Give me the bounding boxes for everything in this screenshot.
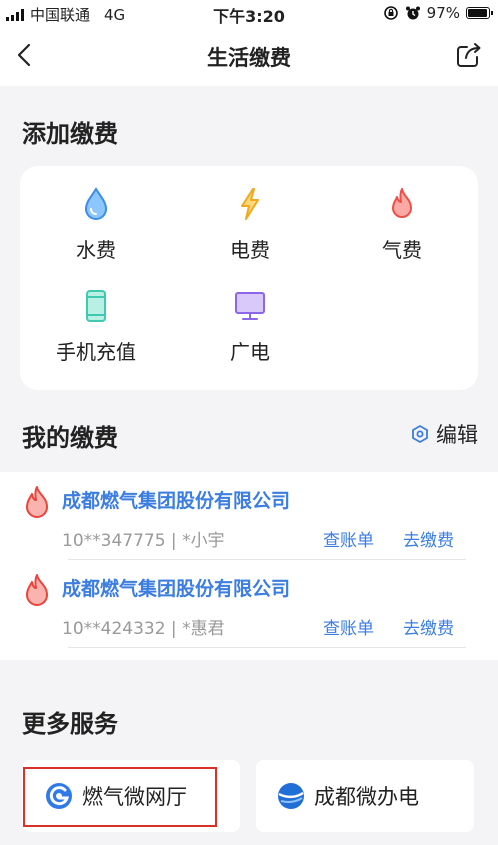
navigation-bar: 生活缴费 [0, 26, 498, 86]
lightning-icon [241, 188, 259, 220]
water-drop-icon [84, 187, 108, 220]
page-title: 生活缴费 [207, 46, 291, 70]
share-icon[interactable] [454, 40, 484, 70]
pay-item-water[interactable]: 水费 [26, 186, 166, 263]
battery-icon [466, 7, 493, 19]
service-power-office[interactable]: 成都微办电 [256, 760, 474, 832]
bill-company-name: 成都燃气集团股份有限公司 [62, 490, 291, 512]
bill-item[interactable]: 成都燃气集团股份有限公司 10**347775 | *小宇 查账单 去缴费 [0, 472, 498, 560]
globe-logo-icon [278, 783, 304, 809]
tv-monitor-icon [235, 292, 265, 320]
hexagon-edit-icon [412, 425, 428, 443]
my-payments-title: 我的缴费 [22, 424, 118, 452]
view-bill-link[interactable]: 查账单 [323, 526, 374, 551]
pay-item-mobile-recharge[interactable]: 手机充值 [26, 288, 166, 365]
edit-button[interactable]: 编辑 [410, 419, 478, 449]
status-bar: 中国联通 4G 下午3:20 97% [0, 0, 498, 26]
bill-account-info: 10**347775 | *小宇 [62, 531, 225, 551]
divider [68, 647, 466, 648]
battery-percent: 97% [426, 4, 460, 22]
bill-account-info: 10**424332 | *惠君 [62, 619, 225, 639]
pay-now-link[interactable]: 去缴费 [403, 614, 454, 639]
add-payment-title: 添加缴费 [22, 120, 118, 148]
service-label: 成都微办电 [314, 785, 419, 809]
status-right: 97% [383, 4, 493, 22]
add-payment-card: 水费 电费 气费 手机充值 广电 [20, 166, 478, 390]
flame-icon [392, 188, 412, 218]
view-bill-link[interactable]: 查账单 [323, 614, 374, 639]
pay-item-label: 电费 [230, 238, 270, 262]
more-services-title: 更多服务 [22, 710, 118, 738]
alarm-icon [405, 6, 420, 20]
pay-item-label: 气费 [382, 238, 422, 262]
pay-item-electricity[interactable]: 电费 [180, 186, 320, 263]
flame-icon [26, 486, 48, 518]
pay-item-label: 广电 [230, 340, 270, 364]
pay-item-broadcast-tv[interactable]: 广电 [180, 288, 320, 365]
pay-item-label: 手机充值 [56, 340, 136, 364]
pay-now-link[interactable]: 去缴费 [403, 526, 454, 551]
pay-item-gas[interactable]: 气费 [332, 186, 472, 263]
bill-list: 成都燃气集团股份有限公司 10**347775 | *小宇 查账单 去缴费 成都… [0, 472, 498, 660]
mobile-phone-icon [86, 290, 106, 322]
bill-item[interactable]: 成都燃气集团股份有限公司 10**424332 | *惠君 查账单 去缴费 [0, 560, 498, 648]
rotation-lock-icon [383, 6, 398, 20]
bill-company-name: 成都燃气集团股份有限公司 [62, 578, 291, 600]
flame-icon [26, 574, 48, 606]
pay-item-label: 水费 [76, 238, 116, 262]
highlight-box [23, 767, 217, 827]
edit-label: 编辑 [436, 423, 478, 447]
